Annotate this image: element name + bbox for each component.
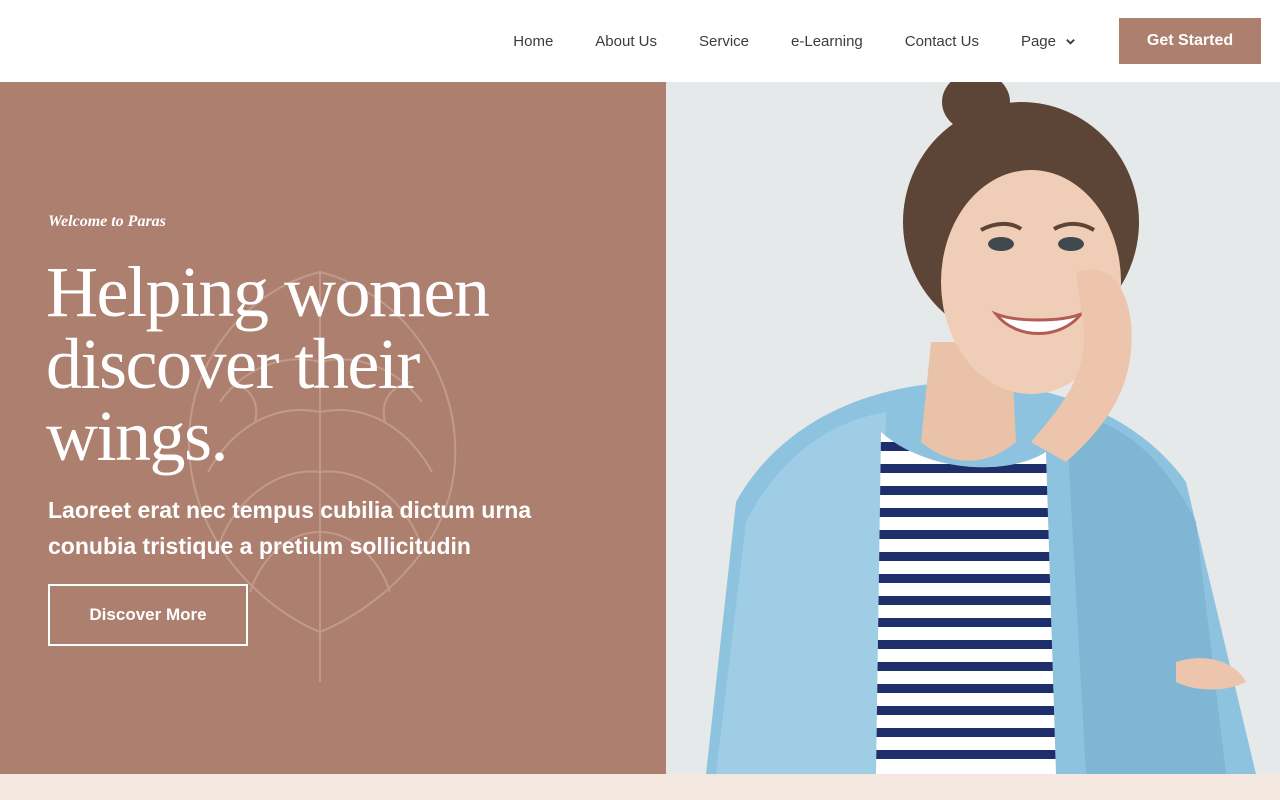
nav-item-label: Home [513, 32, 554, 50]
nav-item-label: Contact Us [904, 32, 979, 50]
nav-item-home[interactable]: Home [492, 33, 574, 50]
discover-more-button[interactable]: Discover More [48, 584, 248, 646]
hero-title-line: discover their [46, 324, 420, 404]
get-started-button[interactable]: Get Started [1119, 18, 1261, 64]
hero-eyebrow: Welcome to Paras [48, 213, 166, 230]
hero-title: Helping women discover their wings. [46, 256, 646, 472]
top-navbar: Home About Us Service e-Learning Contact… [0, 0, 1280, 82]
hero-title-line: Helping women [46, 252, 490, 332]
main-nav: Home About Us Service e-Learning Contact… [492, 33, 1097, 50]
nav-item-label: e-Learning [791, 32, 863, 50]
hero-image-panel [666, 82, 1280, 774]
bottom-band [0, 774, 1280, 800]
hero-title-line: wings. [46, 396, 229, 476]
chevron-down-icon [1066, 38, 1075, 45]
nav-item-label: About Us [595, 32, 657, 50]
nav-item-page-dropdown[interactable]: Page [1000, 33, 1097, 50]
nav-item-about-us[interactable]: About Us [574, 33, 678, 50]
nav-item-service[interactable]: Service [678, 33, 770, 50]
nav-item-label: Page [1020, 32, 1056, 50]
smiling-woman-photo [666, 82, 1280, 774]
hero-subtitle: Laoreet erat nec tempus cubilia dictum u… [48, 497, 532, 559]
nav-item-e-learning[interactable]: e-Learning [770, 33, 884, 50]
nav-item-contact-us[interactable]: Contact Us [884, 33, 1000, 50]
hero-panel: Welcome to Paras Helping women discover … [0, 82, 666, 774]
nav-item-label: Service [699, 32, 750, 50]
